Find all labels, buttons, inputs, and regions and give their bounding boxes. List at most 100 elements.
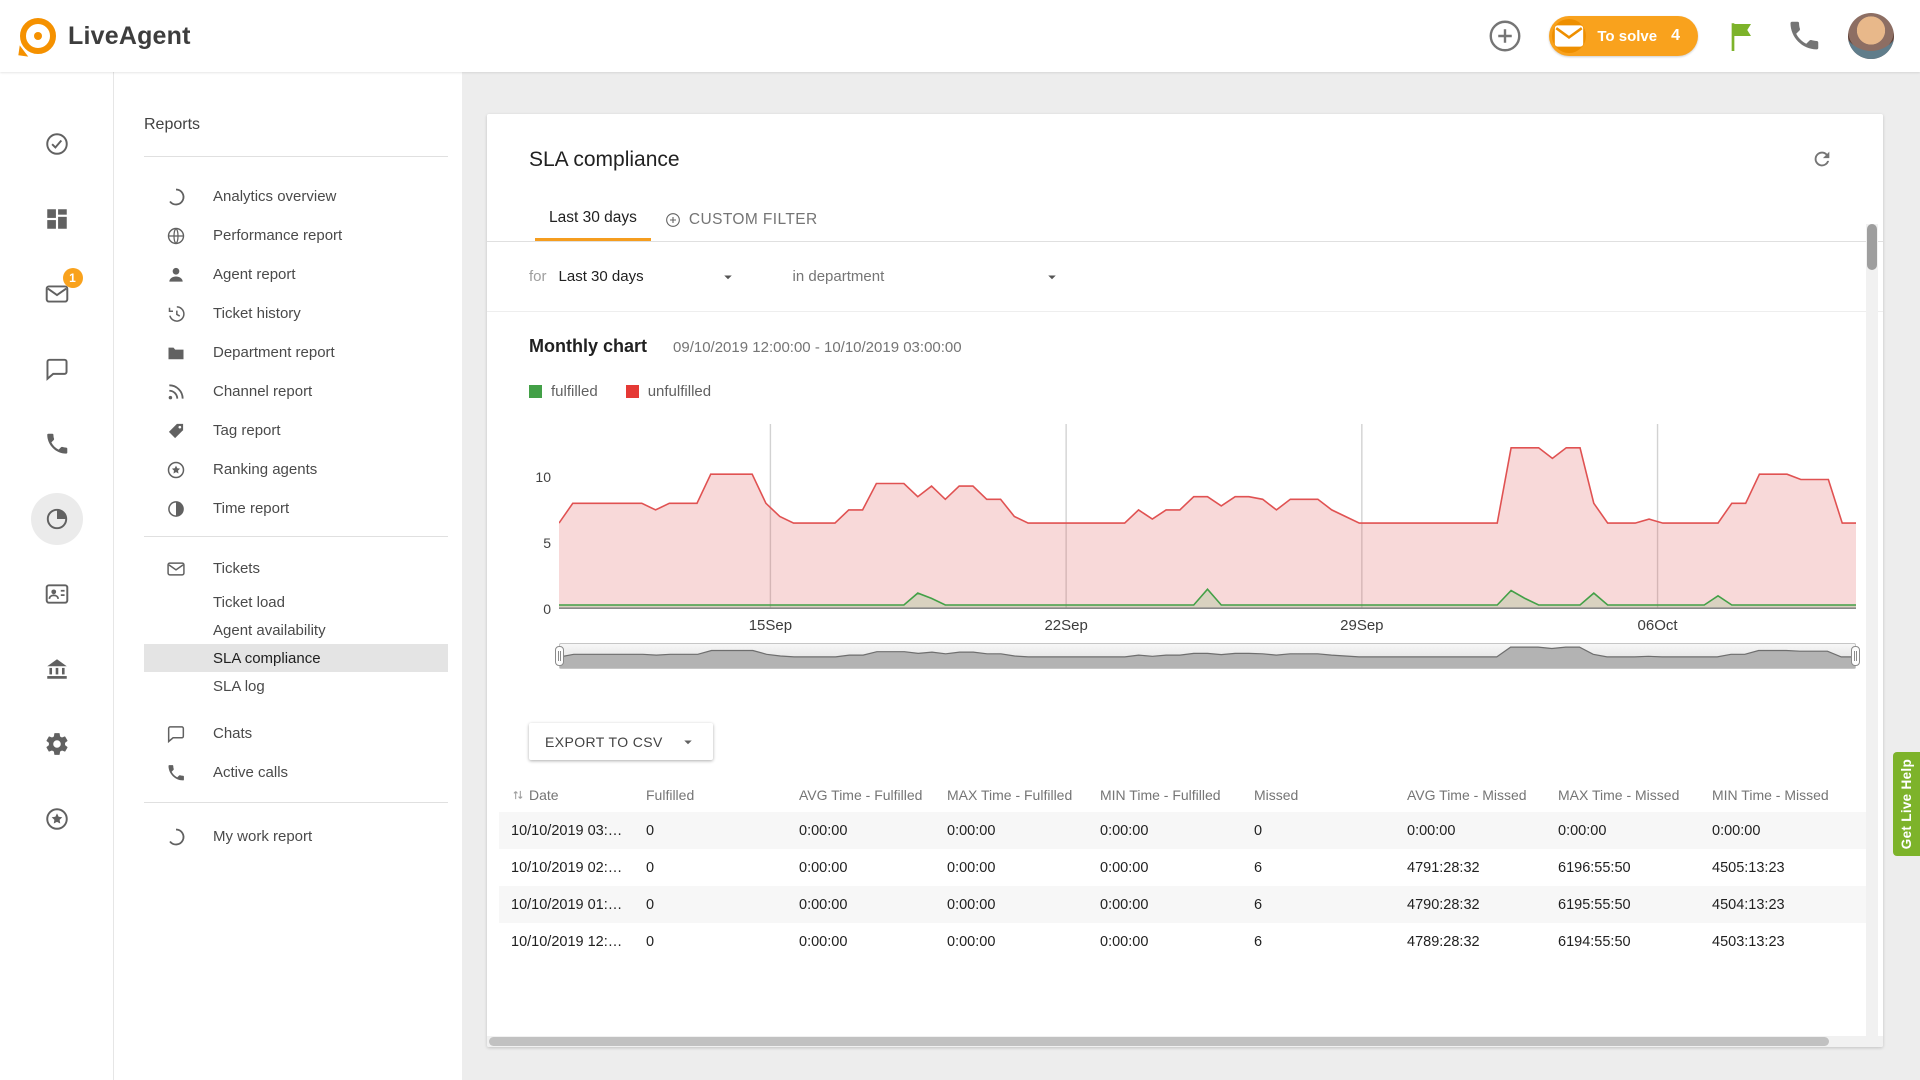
refresh-icon[interactable] bbox=[1811, 148, 1833, 170]
contacts-icon bbox=[44, 581, 70, 607]
sidebar-subitem-sla-compliance[interactable]: SLA compliance bbox=[144, 644, 448, 672]
sidebar-item-analytics-overview[interactable]: Analytics overview bbox=[144, 177, 448, 216]
folder-icon bbox=[166, 343, 186, 363]
sidebar-item-agent-report[interactable]: Agent report bbox=[144, 255, 448, 294]
to-solve-label: To solve bbox=[1597, 28, 1657, 45]
rail-item-tasks[interactable] bbox=[29, 106, 85, 181]
column-header-max-missed[interactable]: MAX Time - Missed bbox=[1546, 778, 1700, 812]
flag-icon[interactable] bbox=[1724, 18, 1760, 54]
cell: 6194:55:50 bbox=[1546, 923, 1700, 960]
column-header-avg-missed[interactable]: AVG Time - Missed bbox=[1395, 778, 1546, 812]
sla-chart[interactable] bbox=[559, 424, 1856, 609]
phone-icon bbox=[166, 763, 186, 783]
sidebar-subitem-agent-availability[interactable]: Agent availability bbox=[144, 616, 448, 644]
chart-date-range: 09/10/2019 12:00:00 - 10/10/2019 03:00:0… bbox=[673, 339, 962, 356]
export-label: EXPORT TO CSV bbox=[545, 734, 663, 750]
table-row[interactable]: 10/10/2019 03:00:00 0 0:00:00 0:00:00 0:… bbox=[499, 812, 1871, 849]
rail-item-contacts[interactable] bbox=[29, 556, 85, 631]
rail-item-dashboard[interactable] bbox=[29, 181, 85, 256]
column-header-missed[interactable]: Missed bbox=[1242, 778, 1395, 812]
sidebar-item-label: Analytics overview bbox=[213, 188, 336, 205]
sidebar-item-ranking-agents[interactable]: Ranking agents bbox=[144, 450, 448, 489]
rail-item-chats[interactable] bbox=[29, 331, 85, 406]
rail-item-company[interactable] bbox=[29, 631, 85, 706]
cell: 0:00:00 bbox=[787, 923, 935, 960]
legend-label: fulfilled bbox=[551, 383, 598, 400]
vertical-scrollbar[interactable] bbox=[1866, 224, 1878, 1047]
cell: 0:00:00 bbox=[1088, 849, 1242, 886]
sidebar-item-active-calls[interactable]: Active calls bbox=[144, 753, 448, 792]
sidebar-item-label: Tickets bbox=[213, 560, 260, 577]
loader-icon bbox=[166, 187, 186, 207]
column-header-fulfilled[interactable]: Fulfilled bbox=[634, 778, 787, 812]
rail-item-tickets[interactable]: 1 bbox=[29, 256, 85, 331]
sidebar-item-time-report[interactable]: Time report bbox=[144, 489, 448, 528]
rail-item-starred[interactable] bbox=[29, 781, 85, 856]
column-header-max-fulfilled[interactable]: MAX Time - Fulfilled bbox=[935, 778, 1088, 812]
table-row[interactable]: 10/10/2019 12:00:00 0 0:00:00 0:00:00 0:… bbox=[499, 923, 1871, 960]
legend-swatch-unfulfilled bbox=[626, 385, 639, 398]
sidebar-item-chats[interactable]: Chats bbox=[144, 714, 448, 753]
sla-chart-svg bbox=[559, 424, 1856, 609]
navigator-left-handle[interactable] bbox=[555, 646, 564, 666]
cell: 0:00:00 bbox=[1700, 812, 1871, 849]
topbar-actions: To solve 4 bbox=[1487, 13, 1894, 59]
page-title: SLA compliance bbox=[529, 148, 680, 172]
rail-item-reports[interactable] bbox=[29, 481, 85, 556]
rail-item-settings[interactable] bbox=[29, 706, 85, 781]
sidebar-item-channel-report[interactable]: Channel report bbox=[144, 372, 448, 411]
chart-title: Monthly chart bbox=[529, 336, 647, 357]
cell: 6 bbox=[1242, 849, 1395, 886]
horizontal-scrollbar[interactable] bbox=[487, 1036, 1883, 1047]
sidebar-item-department-report[interactable]: Department report bbox=[144, 333, 448, 372]
cell: 6 bbox=[1242, 923, 1395, 960]
legend-unfulfilled[interactable]: unfulfilled bbox=[626, 383, 711, 400]
range-select[interactable]: Last 30 days bbox=[559, 268, 737, 286]
sidebar-item-tickets[interactable]: Tickets bbox=[144, 549, 448, 588]
avatar[interactable] bbox=[1848, 13, 1894, 59]
column-header-min-fulfilled[interactable]: MIN Time - Fulfilled bbox=[1088, 778, 1242, 812]
sidebar-item-tag-report[interactable]: Tag report bbox=[144, 411, 448, 450]
column-header-avg-fulfilled[interactable]: AVG Time - Fulfilled bbox=[787, 778, 935, 812]
tab-custom-filter[interactable]: CUSTOM FILTER bbox=[651, 198, 832, 241]
add-button[interactable] bbox=[1487, 18, 1523, 54]
cell: 4503:13:23 bbox=[1700, 923, 1871, 960]
cell-date: 10/10/2019 03:00:00 bbox=[499, 812, 634, 849]
sidebar-item-ticket-history[interactable]: Ticket history bbox=[144, 294, 448, 333]
sidebar-subitem-ticket-load[interactable]: Ticket load bbox=[144, 588, 448, 616]
cell: 0:00:00 bbox=[935, 886, 1088, 923]
chart-section: Monthly chart 09/10/2019 12:00:00 - 10/1… bbox=[487, 336, 1883, 669]
liveagent-logo-icon bbox=[18, 16, 58, 56]
sidebar-item-performance-report[interactable]: Performance report bbox=[144, 216, 448, 255]
sidebar-subitem-sla-log[interactable]: SLA log bbox=[144, 672, 448, 700]
cell: 0:00:00 bbox=[787, 812, 935, 849]
cell: 0:00:00 bbox=[787, 849, 935, 886]
vertical-scrollbar-thumb[interactable] bbox=[1867, 224, 1877, 270]
navigator-right-handle[interactable] bbox=[1851, 646, 1860, 666]
export-to-csv-button[interactable]: EXPORT TO CSV bbox=[529, 723, 713, 760]
tab-last-30-days[interactable]: Last 30 days bbox=[535, 198, 651, 241]
filter-for-label: for bbox=[529, 268, 547, 285]
legend-fulfilled[interactable]: fulfilled bbox=[529, 383, 598, 400]
column-header-date[interactable]: Date bbox=[499, 778, 634, 812]
phone-icon[interactable] bbox=[1786, 18, 1822, 54]
sidebar-item-label: Department report bbox=[213, 344, 335, 361]
sidebar-item-my-work-report[interactable]: My work report bbox=[144, 817, 448, 856]
to-solve-button[interactable]: To solve 4 bbox=[1549, 16, 1698, 56]
department-select[interactable]: in department bbox=[793, 268, 1061, 286]
report-tabs: Last 30 days CUSTOM FILTER bbox=[487, 198, 1883, 242]
table-row[interactable]: 10/10/2019 02:00:00 0 0:00:00 0:00:00 0:… bbox=[499, 849, 1871, 886]
cell: 6195:55:50 bbox=[1546, 886, 1700, 923]
chart-range-navigator[interactable] bbox=[559, 643, 1856, 669]
get-live-help-button[interactable]: Get Live Help bbox=[1893, 752, 1920, 856]
cell: 0:00:00 bbox=[935, 812, 1088, 849]
sidebar-item-label: Agent report bbox=[213, 266, 296, 283]
column-header-min-missed[interactable]: MIN Time - Missed bbox=[1700, 778, 1871, 812]
horizontal-scrollbar-thumb[interactable] bbox=[489, 1037, 1829, 1046]
rail-item-calls[interactable] bbox=[29, 406, 85, 481]
filters-row: for Last 30 days in department bbox=[487, 242, 1883, 312]
chart-legend: fulfilled unfulfilled bbox=[529, 383, 1856, 400]
legend-label: unfulfilled bbox=[648, 383, 711, 400]
table-row[interactable]: 10/10/2019 01:00:00 0 0:00:00 0:00:00 0:… bbox=[499, 886, 1871, 923]
cell: 4789:28:32 bbox=[1395, 923, 1546, 960]
